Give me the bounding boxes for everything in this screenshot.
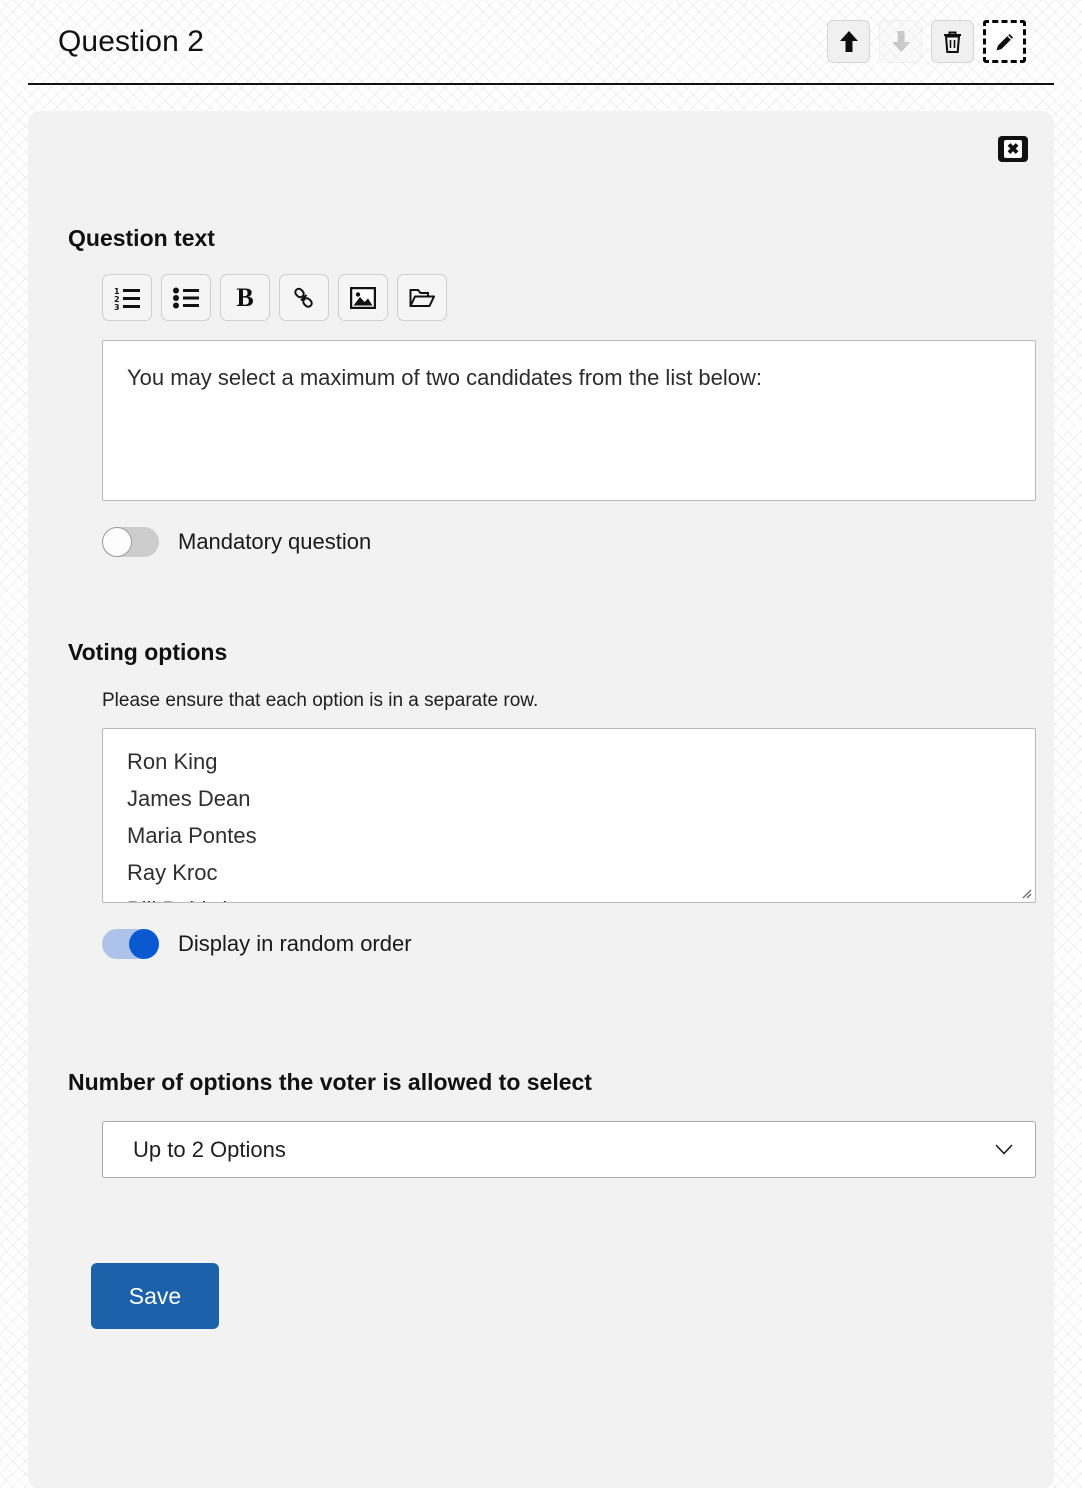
- toggle-knob: [102, 527, 132, 557]
- image-button[interactable]: [338, 274, 388, 321]
- max-select-heading: Number of options the voter is allowed t…: [68, 1069, 592, 1095]
- folder-open-icon: [409, 288, 435, 307]
- max-select-wrapper: Up to 2 Options: [102, 1121, 1036, 1178]
- option-line: Ray Kroc: [127, 860, 218, 885]
- random-order-label: Display in random order: [178, 931, 412, 956]
- file-button[interactable]: [397, 274, 447, 321]
- max-select-value: Up to 2 Options: [133, 1136, 286, 1162]
- max-select-dropdown[interactable]: Up to 2 Options: [102, 1121, 1036, 1178]
- question-editor-panel: ✖ Question text 1 2 3 B You may select a…: [28, 111, 1054, 1488]
- question-text-heading: Question text: [68, 225, 215, 251]
- save-button[interactable]: Save: [91, 1263, 219, 1329]
- arrow-up-icon: [839, 30, 858, 52]
- random-order-toggle[interactable]: [102, 929, 159, 959]
- edit-button[interactable]: [983, 20, 1026, 63]
- pencil-icon: [996, 33, 1013, 50]
- question-header: Question 2: [28, 0, 1054, 85]
- editor-toolbar: 1 2 3 B: [102, 274, 1020, 321]
- toggle-knob: [129, 929, 159, 959]
- question-text-editor[interactable]: You may select a maximum of two candidat…: [102, 340, 1036, 501]
- trash-icon: [944, 31, 961, 53]
- image-icon: [350, 286, 376, 309]
- option-line: Bill Baldwin: [127, 891, 1011, 902]
- page-title: Question 2: [58, 24, 205, 58]
- move-down-button[interactable]: [879, 20, 922, 63]
- svg-text:3: 3: [114, 303, 120, 310]
- chevron-down-icon: [995, 1144, 1013, 1155]
- move-up-button[interactable]: [827, 20, 870, 63]
- resize-grip-icon[interactable]: [1018, 885, 1032, 899]
- option-line: Maria Pontes: [127, 823, 257, 848]
- voting-options-heading: Voting options: [68, 639, 228, 665]
- unordered-list-icon: [173, 287, 199, 308]
- random-order-row: Display in random order: [102, 929, 1020, 959]
- delete-button[interactable]: [931, 20, 974, 63]
- mandatory-question-row: Mandatory question: [102, 527, 1020, 557]
- link-button[interactable]: [279, 274, 329, 321]
- voting-options-helper: Please ensure that each option is in a s…: [102, 690, 539, 711]
- voting-options-textarea[interactable]: Ron King James Dean Maria Pontes Ray Kro…: [102, 728, 1036, 903]
- option-line: Ron King: [127, 749, 218, 774]
- bold-icon: B: [236, 282, 254, 312]
- mandatory-question-toggle[interactable]: [102, 527, 159, 557]
- mandatory-question-label: Mandatory question: [178, 529, 372, 554]
- ordered-list-icon: 1 2 3: [114, 287, 140, 310]
- close-button[interactable]: ✖: [998, 136, 1028, 162]
- close-icon: ✖: [1004, 140, 1022, 158]
- unordered-list-button[interactable]: [161, 274, 211, 321]
- bold-button[interactable]: B: [220, 274, 270, 321]
- option-line: James Dean: [127, 786, 251, 811]
- header-action-group: [827, 20, 1026, 63]
- arrow-down-icon: [891, 30, 910, 52]
- link-icon: [294, 287, 313, 308]
- ordered-list-button[interactable]: 1 2 3: [102, 274, 152, 321]
